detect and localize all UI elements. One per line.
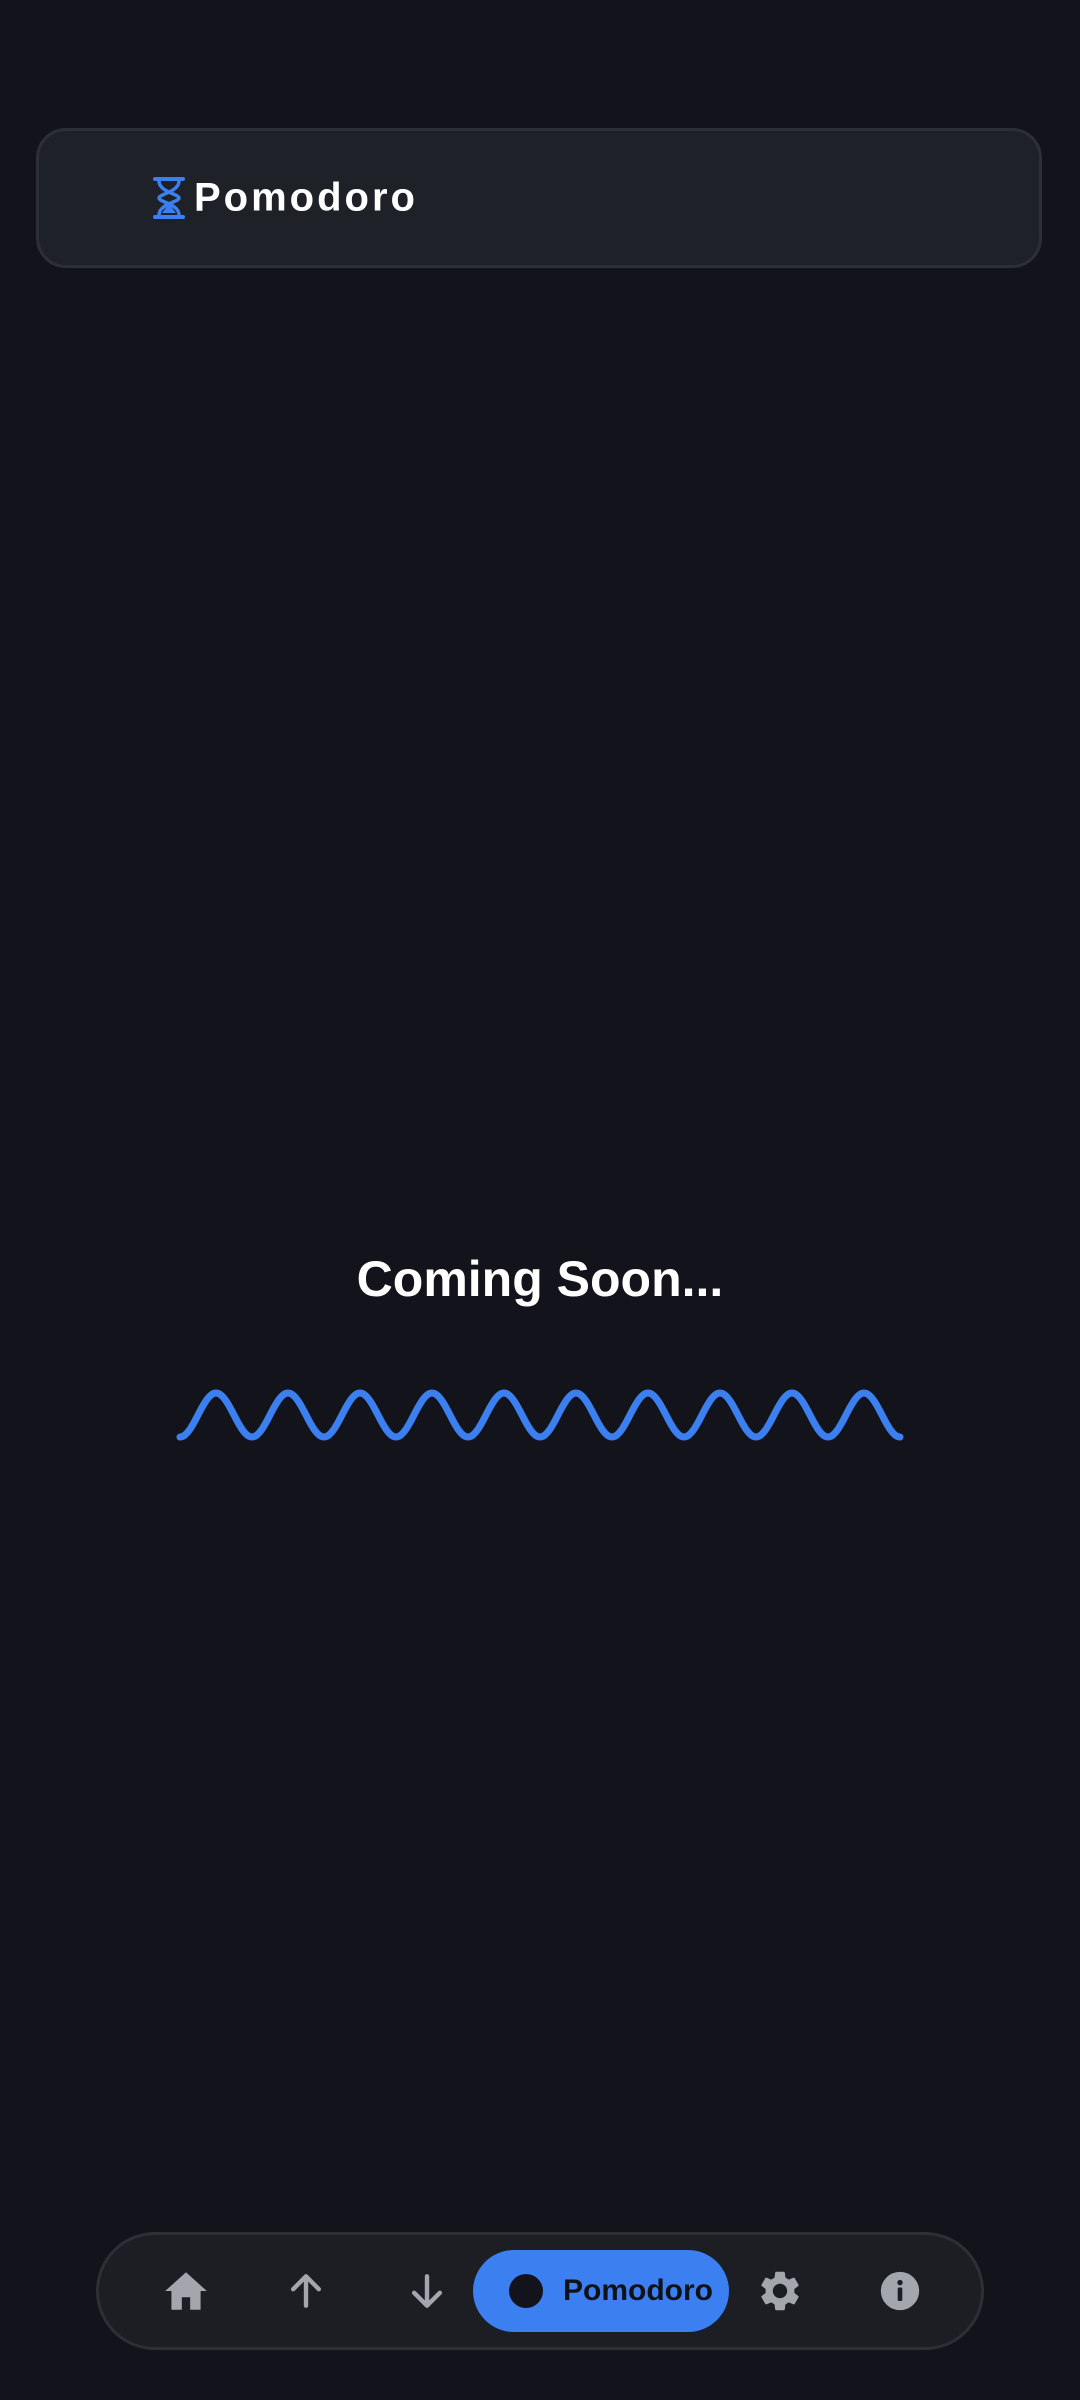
arrow-down-icon: [411, 2274, 443, 2308]
coming-soon-text: Coming Soon...: [356, 1251, 724, 1307]
app-screen: Pomodoro Coming Soon... Pomodoro: [0, 0, 1080, 2400]
nav-pomodoro-label: Pomodoro: [563, 2274, 713, 2307]
nav-home-button[interactable]: [150, 2255, 222, 2327]
header-card: Pomodoro: [36, 128, 1042, 268]
nav-pomodoro-button[interactable]: Pomodoro: [473, 2250, 729, 2332]
bottom-navigation-bar: Pomodoro: [96, 2232, 984, 2350]
info-icon: [880, 2271, 920, 2311]
page-title: Pomodoro: [194, 175, 418, 220]
nav-settings-button[interactable]: [744, 2255, 816, 2327]
nav-down-button[interactable]: [391, 2255, 463, 2327]
dot-icon: [509, 2274, 543, 2308]
arrow-up-icon: [290, 2274, 322, 2308]
hourglass-icon: [149, 174, 189, 222]
gear-icon: [761, 2271, 799, 2311]
nav-info-button[interactable]: [864, 2255, 936, 2327]
wavy-progress-indicator: [176, 1389, 904, 1441]
home-icon: [165, 2272, 207, 2310]
nav-up-button[interactable]: [270, 2255, 342, 2327]
